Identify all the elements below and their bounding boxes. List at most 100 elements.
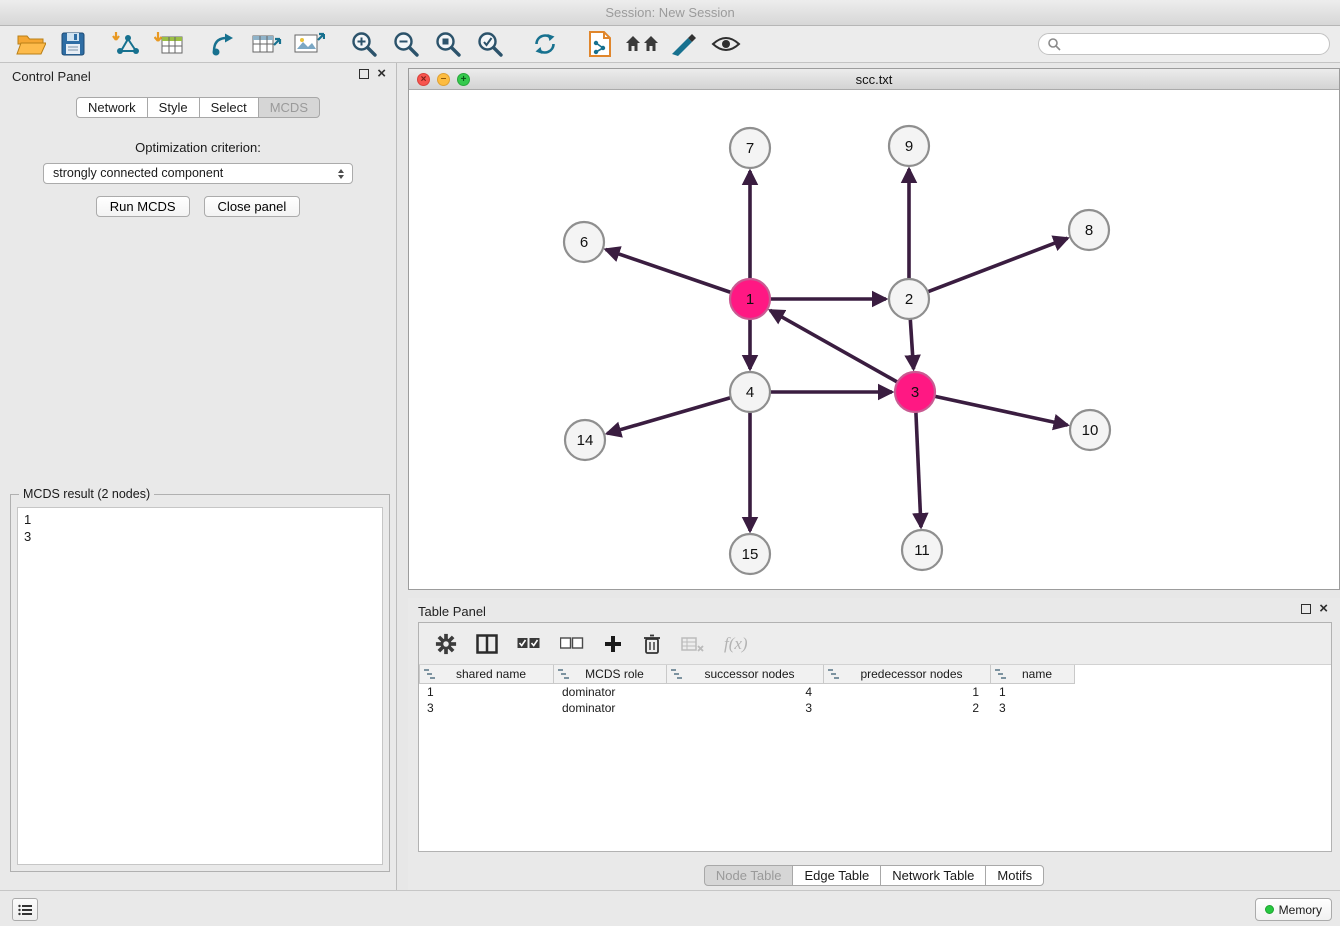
save-icon [61,32,85,56]
select-all-columns-button[interactable] [517,637,541,650]
deselect-all-columns-button[interactable] [560,637,584,650]
graph-edge-1-6[interactable] [606,249,731,292]
graph-node-15[interactable]: 15 [730,534,770,574]
apply-layout-button[interactable] [524,28,566,60]
toggle-visibility-button[interactable] [705,28,747,60]
graph-node-1[interactable]: 1 [730,279,770,319]
tab-mcds[interactable]: MCDS [258,97,320,118]
import-network-button[interactable] [107,28,149,60]
cell-predecessor-nodes[interactable]: 1 [824,685,991,699]
column-header-shared-name[interactable]: shared name [419,665,554,684]
table-row[interactable]: 1 dominator 4 1 1 [419,684,1331,700]
column-header-name[interactable]: name [991,665,1075,684]
mcds-result-list[interactable]: 1 3 [17,507,383,865]
function-builder-button[interactable]: f(x) [724,634,748,654]
tab-style[interactable]: Style [147,97,200,118]
zoom-in-button[interactable] [343,28,385,60]
close-panel-icon[interactable]: × [377,69,386,79]
graph-node-9[interactable]: 9 [889,126,929,166]
criterion-dropdown-value: strongly connected component [53,166,223,180]
table-settings-button[interactable] [435,633,457,655]
criterion-dropdown[interactable]: strongly connected component [43,163,353,184]
float-table-panel-icon[interactable] [1301,604,1311,614]
network-window-titlebar[interactable]: scc.txt [409,69,1339,90]
tab-edge-table[interactable]: Edge Table [792,865,881,886]
column-header-predecessor-nodes[interactable]: predecessor nodes [824,665,991,684]
show-columns-button[interactable] [476,634,498,654]
graph-node-8[interactable]: 8 [1069,210,1109,250]
run-mcds-button[interactable]: Run MCDS [96,196,190,217]
zoom-out-button[interactable] [385,28,427,60]
paint-style-button[interactable] [663,28,705,60]
graph-node-3[interactable]: 3 [895,372,935,412]
search-input[interactable] [1066,37,1321,51]
tab-network[interactable]: Network [76,97,148,118]
memory-button-label: Memory [1279,903,1322,917]
graph-edge-3-11[interactable] [916,412,921,527]
cell-mcds-role[interactable]: dominator [554,701,667,715]
zoom-selected-button[interactable] [469,28,511,60]
graph-node-7[interactable]: 7 [730,128,770,168]
graph-edge-3-1[interactable] [770,310,898,382]
network-graph[interactable]: 1 2 3 4 6 7 8 9 10 11 14 15 [409,90,1339,589]
home-neighbors-button[interactable] [621,28,663,60]
column-header-mcds-role[interactable]: MCDS role [554,665,667,684]
table-row[interactable]: 3 dominator 3 2 3 [419,700,1331,716]
graph-node-11[interactable]: 11 [902,530,942,570]
graph-edge-3-10[interactable] [935,396,1068,425]
float-panel-icon[interactable] [359,69,369,79]
add-column-button[interactable] [603,634,623,654]
cell-successor-nodes[interactable]: 3 [667,701,824,715]
control-panel-header: Control Panel × [0,63,396,89]
close-panel-button[interactable]: Close panel [204,196,301,217]
delete-table-button[interactable] [681,635,705,653]
graph-node-2[interactable]: 2 [889,279,929,319]
tab-node-table[interactable]: Node Table [704,865,794,886]
column-header-successor-nodes[interactable]: successor nodes [667,665,824,684]
import-network-icon [112,31,144,57]
cell-shared-name[interactable]: 3 [419,701,554,715]
minimize-window-icon[interactable] [437,73,450,86]
cell-name[interactable]: 1 [991,685,1075,699]
graph-edge-2-3[interactable] [910,319,913,369]
tab-select[interactable]: Select [199,97,259,118]
network-canvas[interactable]: 1 2 3 4 6 7 8 9 10 11 14 15 [409,90,1339,589]
export-network-button[interactable] [204,28,246,60]
tab-network-table[interactable]: Network Table [880,865,986,886]
open-session-button[interactable] [10,28,52,60]
export-image-button[interactable] [288,28,330,60]
list-icon [18,904,32,916]
open-network-file-button[interactable] [579,28,621,60]
cell-mcds-role[interactable]: dominator [554,685,667,699]
import-table-button[interactable] [149,28,191,60]
graph-node-6[interactable]: 6 [564,222,604,262]
memory-button[interactable]: Memory [1255,898,1332,921]
main-toolbar [0,26,1340,63]
optimization-criterion-label: Optimization criterion: [0,140,396,155]
cell-predecessor-nodes[interactable]: 2 [824,701,991,715]
export-table-button[interactable] [246,28,288,60]
column-type-icon [424,669,435,679]
tab-motifs[interactable]: Motifs [985,865,1044,886]
graph-node-4[interactable]: 4 [730,372,770,412]
svg-text:11: 11 [914,542,930,559]
mcds-result-title: MCDS result (2 nodes) [19,487,154,501]
search-field[interactable] [1038,33,1330,55]
close-window-icon[interactable] [417,73,430,86]
zoom-fit-button[interactable] [427,28,469,60]
zoom-window-icon[interactable] [457,73,470,86]
cell-name[interactable]: 3 [991,701,1075,715]
svg-text:6: 6 [580,234,588,251]
cell-shared-name[interactable]: 1 [419,685,554,699]
graph-node-14[interactable]: 14 [565,420,605,460]
table-panel-title: Table Panel [418,604,486,619]
close-table-panel-icon[interactable]: × [1319,604,1328,614]
cell-successor-nodes[interactable]: 4 [667,685,824,699]
columns-icon [476,634,498,654]
graph-edge-4-14[interactable] [607,398,731,434]
graph-node-10[interactable]: 10 [1070,410,1110,450]
graph-edge-2-8[interactable] [928,238,1068,292]
task-history-button[interactable] [12,898,38,921]
save-session-button[interactable] [52,28,94,60]
delete-column-button[interactable] [642,633,662,655]
